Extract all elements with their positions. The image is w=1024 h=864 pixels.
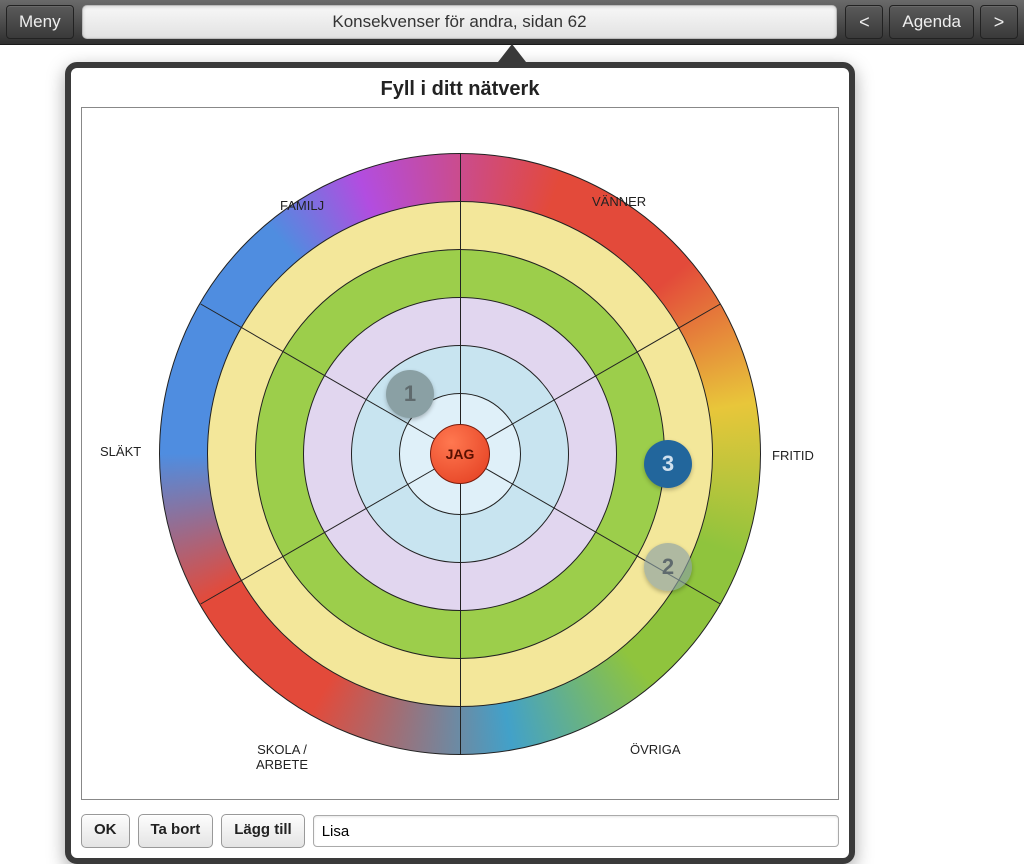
network-canvas[interactable]: JAG FAMILJ VÄNNER FRITID ÖVRIGA SKOLA / …: [81, 107, 839, 800]
menu-button[interactable]: Meny: [6, 5, 74, 39]
modal-footer: OK Ta bort Lägg till: [71, 806, 849, 858]
agenda-button[interactable]: Agenda: [889, 5, 974, 39]
top-toolbar: Meny Konsekvenser för andra, sidan 62 < …: [0, 0, 1024, 45]
network-diagram[interactable]: JAG FAMILJ VÄNNER FRITID ÖVRIGA SKOLA / …: [160, 154, 760, 754]
center-label: JAG: [446, 446, 475, 462]
ok-button[interactable]: OK: [81, 814, 130, 848]
sector-label-fritid: FRITID: [772, 448, 814, 463]
prev-button[interactable]: <: [845, 5, 883, 39]
spoke: [460, 454, 461, 754]
spoke: [460, 154, 461, 454]
remove-button[interactable]: Ta bort: [138, 814, 214, 848]
network-modal: Fyll i ditt nätverk JAG FAMILJ VÄNNER: [65, 62, 855, 864]
add-button[interactable]: Lägg till: [221, 814, 305, 848]
person-token-2[interactable]: 2: [644, 543, 692, 591]
modal-title: Fyll i ditt nätverk: [71, 68, 849, 107]
popover-arrow-icon: [498, 44, 526, 62]
sector-label-slakt: SLÄKT: [100, 444, 141, 459]
sector-label-skola: SKOLA / ARBETE: [256, 742, 308, 772]
name-input[interactable]: [313, 815, 839, 847]
next-button[interactable]: >: [980, 5, 1018, 39]
person-token-1[interactable]: 1: [386, 370, 434, 418]
person-token-3[interactable]: 3: [644, 440, 692, 488]
center-self: JAG: [430, 424, 490, 484]
page-title-field[interactable]: Konsekvenser för andra, sidan 62: [82, 5, 838, 39]
sector-label-ovriga: ÖVRIGA: [630, 742, 681, 757]
